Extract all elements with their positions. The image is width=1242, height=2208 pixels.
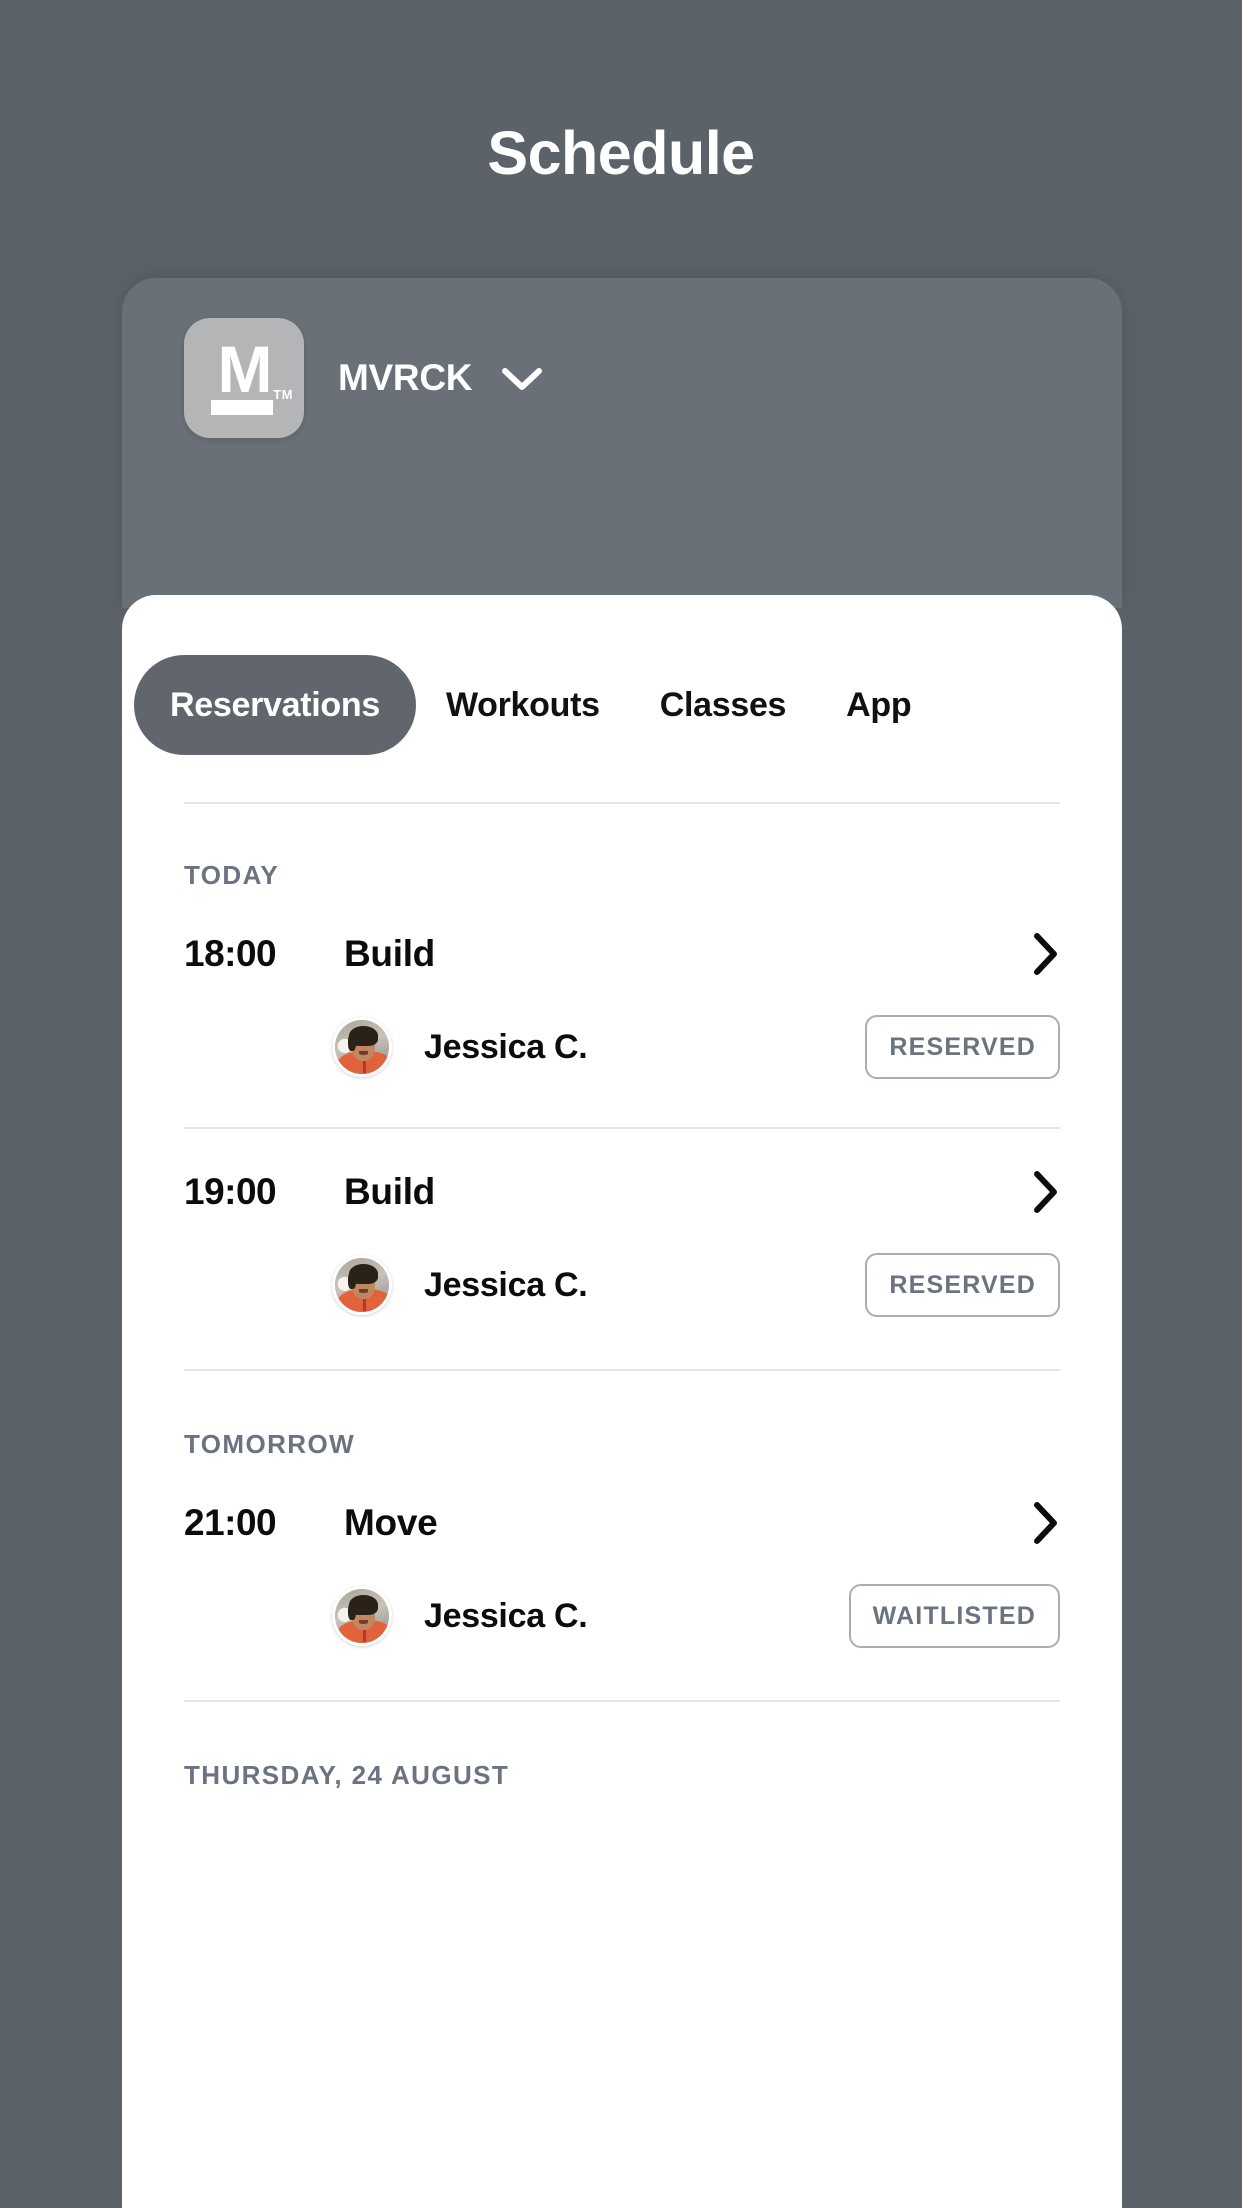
class-name: Build (344, 933, 435, 974)
chevron-right-icon[interactable] (1032, 1500, 1060, 1546)
avatar (332, 1586, 392, 1646)
logo-underbar (211, 400, 273, 415)
class-time: 21:00 (184, 1502, 277, 1543)
logo-trademark: TM (273, 387, 293, 402)
member-name: Jessica C. (424, 1265, 588, 1304)
class-name: Move (344, 1502, 438, 1543)
booking-row[interactable]: Jessica C. RESERVED (122, 977, 1122, 1079)
booking-row[interactable]: Jessica C. RESERVED (122, 1215, 1122, 1317)
organization-logo: M TM (184, 318, 304, 438)
page-title: Schedule (487, 119, 755, 187)
tab-classes[interactable]: Classes (630, 655, 816, 755)
member-name: Jessica C. (424, 1596, 588, 1635)
status-badge[interactable]: RESERVED (865, 1253, 1060, 1317)
status-badge[interactable]: RESERVED (865, 1015, 1060, 1079)
avatar (332, 1017, 392, 1077)
class-name: Build (344, 1171, 435, 1212)
schedule-list: TODAY 18:00 Build Jessica C. RESERVED 19… (122, 802, 1122, 2208)
class-time: 18:00 (184, 933, 277, 974)
class-row[interactable]: 21:00 Move (122, 1460, 1122, 1546)
class-row[interactable]: 18:00 Build (122, 891, 1122, 977)
class-row[interactable]: 19:00 Build (122, 1129, 1122, 1215)
tab-appointments[interactable]: App (816, 655, 941, 755)
schedule-sheet: Reservations Workouts Classes App TODAY … (122, 595, 1122, 2208)
organization-selector[interactable]: M TM MVRCK (122, 278, 1122, 478)
class-time: 19:00 (184, 1171, 277, 1212)
organization-name: MVRCK (338, 357, 473, 398)
tab-bar[interactable]: Reservations Workouts Classes App (122, 655, 941, 755)
chevron-right-icon[interactable] (1032, 1169, 1060, 1215)
day-header-tomorrow: TOMORROW (184, 1429, 356, 1459)
tab-workouts[interactable]: Workouts (416, 655, 630, 755)
tab-reservations[interactable]: Reservations (134, 655, 416, 755)
avatar (332, 1255, 392, 1315)
status-badge[interactable]: WAITLISTED (848, 1584, 1060, 1648)
organization-card: M TM MVRCK (122, 278, 1122, 608)
member-name: Jessica C. (424, 1027, 588, 1066)
booking-row[interactable]: Jessica C. WAITLISTED (122, 1546, 1122, 1648)
chevron-right-icon[interactable] (1032, 931, 1060, 977)
day-header-thursday: THURSDAY, 24 AUGUST (184, 1760, 510, 1790)
day-header-today: TODAY (184, 860, 280, 890)
chevron-down-icon[interactable] (500, 363, 544, 393)
